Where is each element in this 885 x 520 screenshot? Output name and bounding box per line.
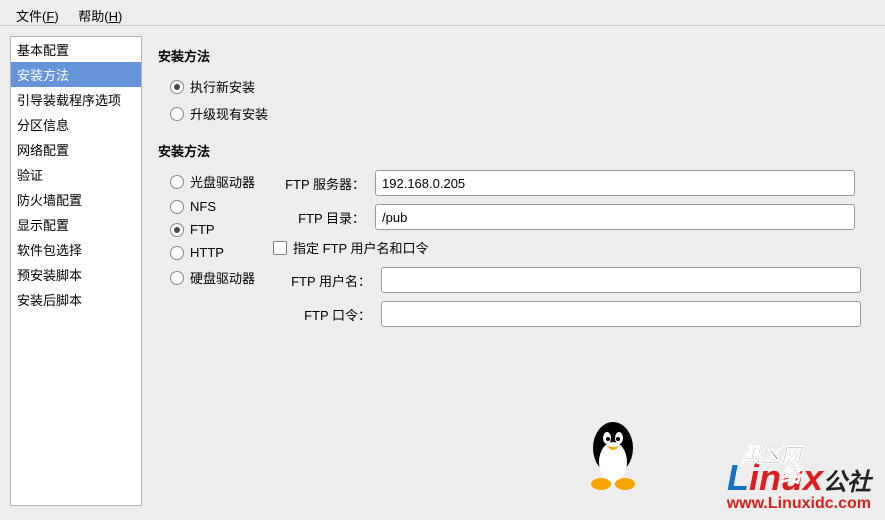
radio-label: FTP — [190, 222, 215, 237]
ftp-dir-label: FTP 目录： — [273, 208, 369, 227]
radio-http[interactable]: HTTP — [170, 241, 255, 264]
radio-label: HTTP — [190, 245, 224, 260]
radio-icon — [170, 223, 184, 237]
sidebar-item-display[interactable]: 显示配置 — [11, 212, 141, 237]
sidebar-item-firewall[interactable]: 防火墙配置 — [11, 187, 141, 212]
menu-file[interactable]: 文件(F) — [8, 4, 67, 27]
checkbox-label: 指定 FTP 用户名和口令 — [293, 238, 429, 257]
radio-label: NFS — [190, 199, 216, 214]
radio-cdrom[interactable]: 光盘驱动器 — [170, 168, 255, 195]
ftp-server-label: FTP 服务器： — [273, 174, 369, 193]
radio-new-install[interactable]: 执行新安装 — [170, 73, 869, 100]
ftp-user-label: FTP 用户名： — [289, 271, 375, 290]
checkbox-icon — [273, 241, 287, 255]
radio-icon — [170, 107, 184, 121]
radio-upgrade[interactable]: 升级现有安装 — [170, 100, 869, 127]
sidebar-item-basic[interactable]: 基本配置 — [11, 37, 141, 62]
watermark: Linux公社 黑区网络 www.Linuxidc.com — [727, 460, 871, 512]
menubar: 文件(F) 帮助(H) — [0, 0, 885, 26]
sidebar-item-packages[interactable]: 软件包选择 — [11, 237, 141, 262]
watermark-url: www.Linuxidc.com — [727, 496, 871, 512]
radio-label: 执行新安装 — [190, 77, 255, 96]
radio-label: 升级现有安装 — [190, 104, 268, 123]
radio-icon — [170, 271, 184, 285]
menu-help[interactable]: 帮助(H) — [70, 4, 130, 27]
sidebar: 基本配置 安装方法 引导装载程序选项 分区信息 网络配置 验证 防火墙配置 显示… — [10, 36, 142, 506]
install-source-group: 光盘驱动器 NFS FTP HTTP 硬盘驱动器 — [158, 168, 255, 335]
radio-ftp[interactable]: FTP — [170, 218, 255, 241]
sidebar-item-bootloader[interactable]: 引导装载程序选项 — [11, 87, 141, 112]
sidebar-item-auth[interactable]: 验证 — [11, 162, 141, 187]
ftp-user-input[interactable] — [381, 267, 861, 293]
install-method-title: 安装方法 — [158, 46, 869, 65]
ftp-pass-label: FTP 口令： — [289, 305, 375, 324]
main-panel: 安装方法 执行新安装 升级现有安装 安装方法 光盘驱动器 NFS — [152, 36, 875, 510]
ftp-pass-input[interactable] — [381, 301, 861, 327]
ftp-dir-input[interactable] — [375, 204, 855, 230]
radio-label: 硬盘驱动器 — [190, 268, 255, 287]
sidebar-item-partition[interactable]: 分区信息 — [11, 112, 141, 137]
radio-icon — [170, 80, 184, 94]
ftp-server-input[interactable] — [375, 170, 855, 196]
radio-icon — [170, 175, 184, 189]
install-method-group: 执行新安装 升级现有安装 — [158, 73, 869, 127]
ftp-settings: FTP 服务器： FTP 目录： 指定 FTP 用户名和口令 FTP 用户名： — [273, 168, 869, 335]
ftp-auth-checkbox[interactable]: 指定 FTP 用户名和口令 — [273, 238, 869, 257]
radio-label: 光盘驱动器 — [190, 172, 255, 191]
sidebar-item-network[interactable]: 网络配置 — [11, 137, 141, 162]
sidebar-item-post-script[interactable]: 安装后脚本 — [11, 287, 141, 312]
install-source-title: 安装方法 — [158, 141, 869, 160]
radio-icon — [170, 200, 184, 214]
radio-nfs[interactable]: NFS — [170, 195, 255, 218]
tux-icon — [581, 418, 645, 492]
sidebar-item-install-method[interactable]: 安装方法 — [11, 62, 141, 87]
sidebar-item-pre-script[interactable]: 预安装脚本 — [11, 262, 141, 287]
radio-harddisk[interactable]: 硬盘驱动器 — [170, 264, 255, 291]
radio-icon — [170, 246, 184, 260]
